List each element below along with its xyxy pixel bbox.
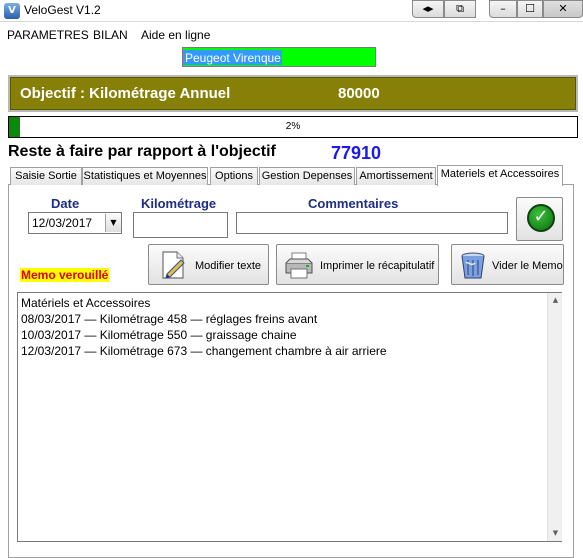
tab-saisie-sortie[interactable]: Saisie Sortie <box>10 167 82 185</box>
kilometrage-input[interactable] <box>133 212 228 238</box>
memo-line: 08/03/2017 — Kilométrage 458 — réglages … <box>21 312 318 326</box>
minimize-icon: – <box>500 2 506 15</box>
horizontal-arrows-icon: ◂▸ <box>422 2 434 15</box>
maximize-button[interactable]: ☐ <box>517 0 543 18</box>
edit-document-icon <box>162 251 185 279</box>
memo-line: 12/03/2017 — Kilométrage 673 — changemen… <box>21 344 387 358</box>
scroll-up-icon[interactable]: ▲ <box>548 293 563 308</box>
date-picker[interactable]: 12/03/2017 ▼ <box>28 212 122 234</box>
date-value: 12/03/2017 <box>32 216 93 230</box>
commentaires-label: Commentaires <box>308 196 399 211</box>
tab-options[interactable]: Options <box>210 167 258 185</box>
memo-line: 10/03/2017 — Kilométrage 550 — graissage… <box>21 328 297 342</box>
memo-textarea[interactable]: Matériels et Accessoires 08/03/2017 — Ki… <box>17 292 562 542</box>
minimize-button[interactable]: – <box>489 0 517 18</box>
memo-locked-badge: Memo verouillé <box>20 268 110 282</box>
edit-text-button[interactable]: Modifier texte <box>148 244 269 285</box>
tab-gestion-depenses[interactable]: Gestion Depenses <box>259 167 355 185</box>
trash-icon <box>461 252 485 279</box>
memo-scrollbar[interactable]: ▲ ▼ <box>547 293 562 541</box>
date-label: Date <box>51 196 80 211</box>
close-button[interactable]: ✕ <box>543 0 583 18</box>
restore-icon: ⧉ <box>456 2 464 15</box>
clear-memo-label: Vider le Memo <box>492 260 563 272</box>
commentaires-input[interactable] <box>236 212 508 234</box>
resize-button[interactable]: ◂▸ <box>412 0 444 18</box>
memo-content: Matériels et Accessoires 08/03/2017 — Ki… <box>21 295 387 359</box>
tab-materiels-accessoires[interactable]: Materiels et Accessoires <box>437 165 563 186</box>
tab-strip: Saisie Sortie Statistiques et Moyennes O… <box>10 165 570 186</box>
remaining-value: 77910 <box>331 143 382 163</box>
menu-bilan[interactable]: BILAN <box>93 28 128 42</box>
menu-parametres[interactable]: PARAMETRES <box>7 28 89 42</box>
edit-text-label: Modifier texte <box>195 260 262 272</box>
objective-label: Objectif : Kilométrage Annuel <box>20 85 231 102</box>
tab-amortissement[interactable]: Amortissement <box>356 167 436 185</box>
menu-aide-en-ligne[interactable]: Aide en ligne <box>141 28 210 42</box>
window-title: VeloGest V1.2 <box>24 3 101 17</box>
scroll-down-icon[interactable]: ▼ <box>548 526 563 541</box>
checkmark-icon: ✓ <box>527 204 555 232</box>
memo-line: Matériels et Accessoires <box>21 296 151 310</box>
maximize-icon: ☐ <box>525 2 535 15</box>
objective-banner: Objectif : Kilométrage Annuel 80000 <box>8 75 578 112</box>
restore-down-button[interactable]: ⧉ <box>444 0 476 18</box>
vehicle-name-field[interactable]: Peugeot Virenque <box>182 47 376 67</box>
close-icon: ✕ <box>558 2 568 15</box>
validate-button[interactable]: ✓ <box>516 197 563 241</box>
tab-statistiques-moyennes[interactable]: Statistiques et Moyennes <box>82 167 208 185</box>
menu-bar: PARAMETRES BILAN Aide en ligne <box>0 26 583 44</box>
vehicle-name-text: Peugeot Virenque <box>183 50 282 65</box>
chevron-down-icon[interactable]: ▼ <box>105 214 121 232</box>
kilometrage-label: Kilométrage <box>141 196 217 211</box>
objective-progress-bar: 2% <box>8 116 578 138</box>
objective-value: 80000 <box>338 85 380 102</box>
app-icon: V <box>4 3 20 19</box>
printer-icon <box>285 252 313 279</box>
print-summary-label: Imprimer le récapitulatif <box>320 260 435 272</box>
remaining-label: Reste à faire par rapport à l'objectif <box>8 143 276 160</box>
clear-memo-button[interactable]: Vider le Memo <box>451 244 564 285</box>
progress-text: 2% <box>285 121 301 132</box>
print-summary-button[interactable]: Imprimer le récapitulatif <box>276 244 439 285</box>
